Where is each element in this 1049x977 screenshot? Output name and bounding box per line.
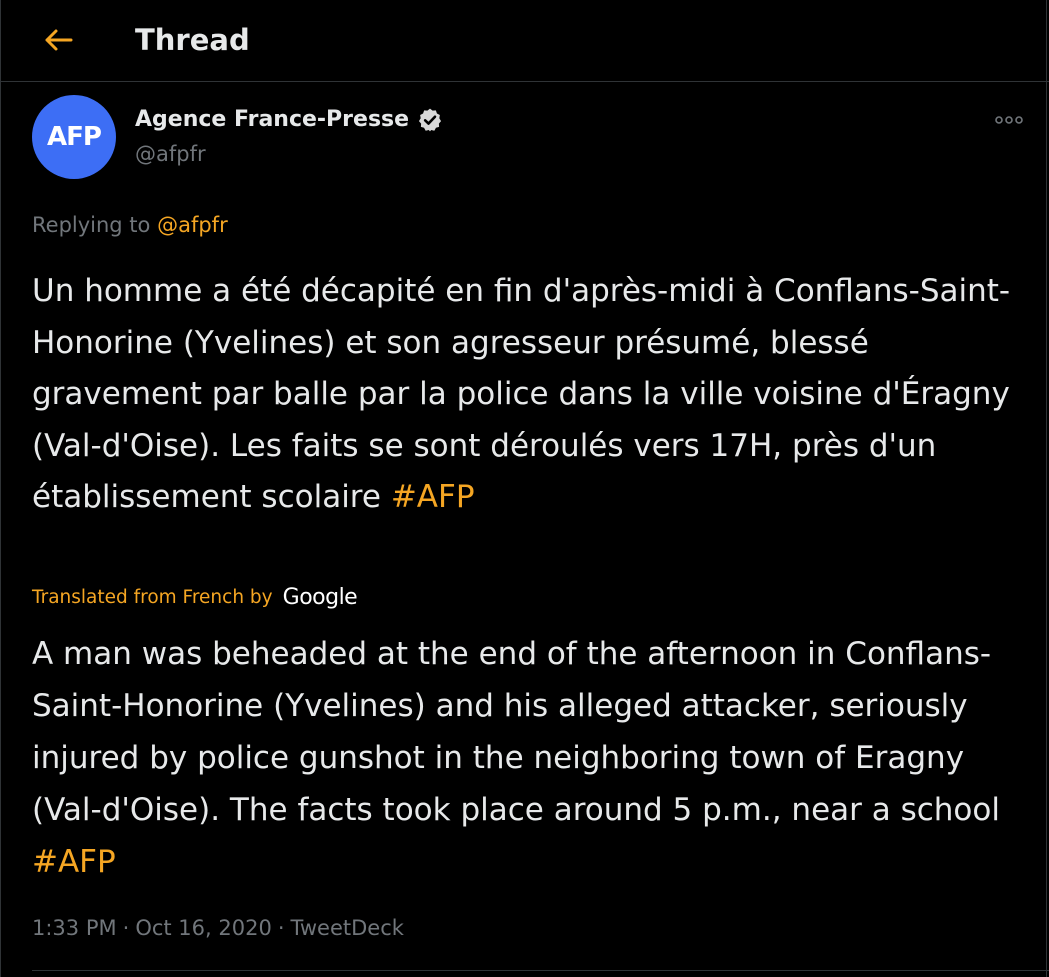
avatar-text: AFP: [47, 122, 102, 152]
hashtag-link[interactable]: #AFP: [391, 479, 475, 515]
translation-text: A man was beheaded at the end of the aft…: [32, 628, 1022, 888]
verified-badge-icon: [419, 108, 442, 132]
page-title: Thread: [135, 23, 250, 57]
translation-hashtag-link[interactable]: #AFP: [32, 844, 116, 880]
translated-label: Translated from French by: [32, 587, 273, 608]
translation-attribution[interactable]: Translated from French by Google: [32, 583, 358, 613]
back-button[interactable]: [39, 22, 79, 58]
divider: [32, 970, 1049, 971]
tweet-time[interactable]: 1:33 PM: [32, 916, 117, 940]
tweet-source[interactable]: TweetDeck: [291, 916, 404, 940]
translation-body: A man was beheaded at the end of the aft…: [32, 636, 1000, 828]
arrow-left-icon: [45, 29, 73, 51]
tweet-meta: 1:33 PM · Oct 16, 2020 · TweetDeck: [32, 913, 404, 943]
meta-separator: ·: [122, 916, 130, 940]
more-options-icon: [995, 116, 1023, 124]
author-name-text: Agence France-Presse: [135, 107, 410, 132]
tweet-text: Un homme a été décapité en fin d'après-m…: [32, 266, 1022, 524]
google-logo: Google: [282, 585, 358, 610]
tweet-date[interactable]: Oct 16, 2020: [135, 916, 272, 940]
thread-header: Thread: [1, 0, 1049, 82]
replying-to: Replying to @afpfr: [32, 210, 228, 240]
replying-prefix: Replying to: [32, 213, 151, 237]
more-options-button[interactable]: [991, 108, 1027, 132]
avatar[interactable]: AFP: [32, 95, 116, 179]
tweet-body: Un homme a été décapité en fin d'après-m…: [32, 273, 1011, 515]
thread-frame: Thread AFP Agence France-Presse @afpfr R…: [0, 0, 1049, 977]
author-name[interactable]: Agence France-Presse: [135, 105, 443, 135]
author-handle[interactable]: @afpfr: [135, 140, 206, 168]
replying-handle-link[interactable]: @afpfr: [157, 213, 228, 237]
meta-separator: ·: [277, 916, 285, 940]
